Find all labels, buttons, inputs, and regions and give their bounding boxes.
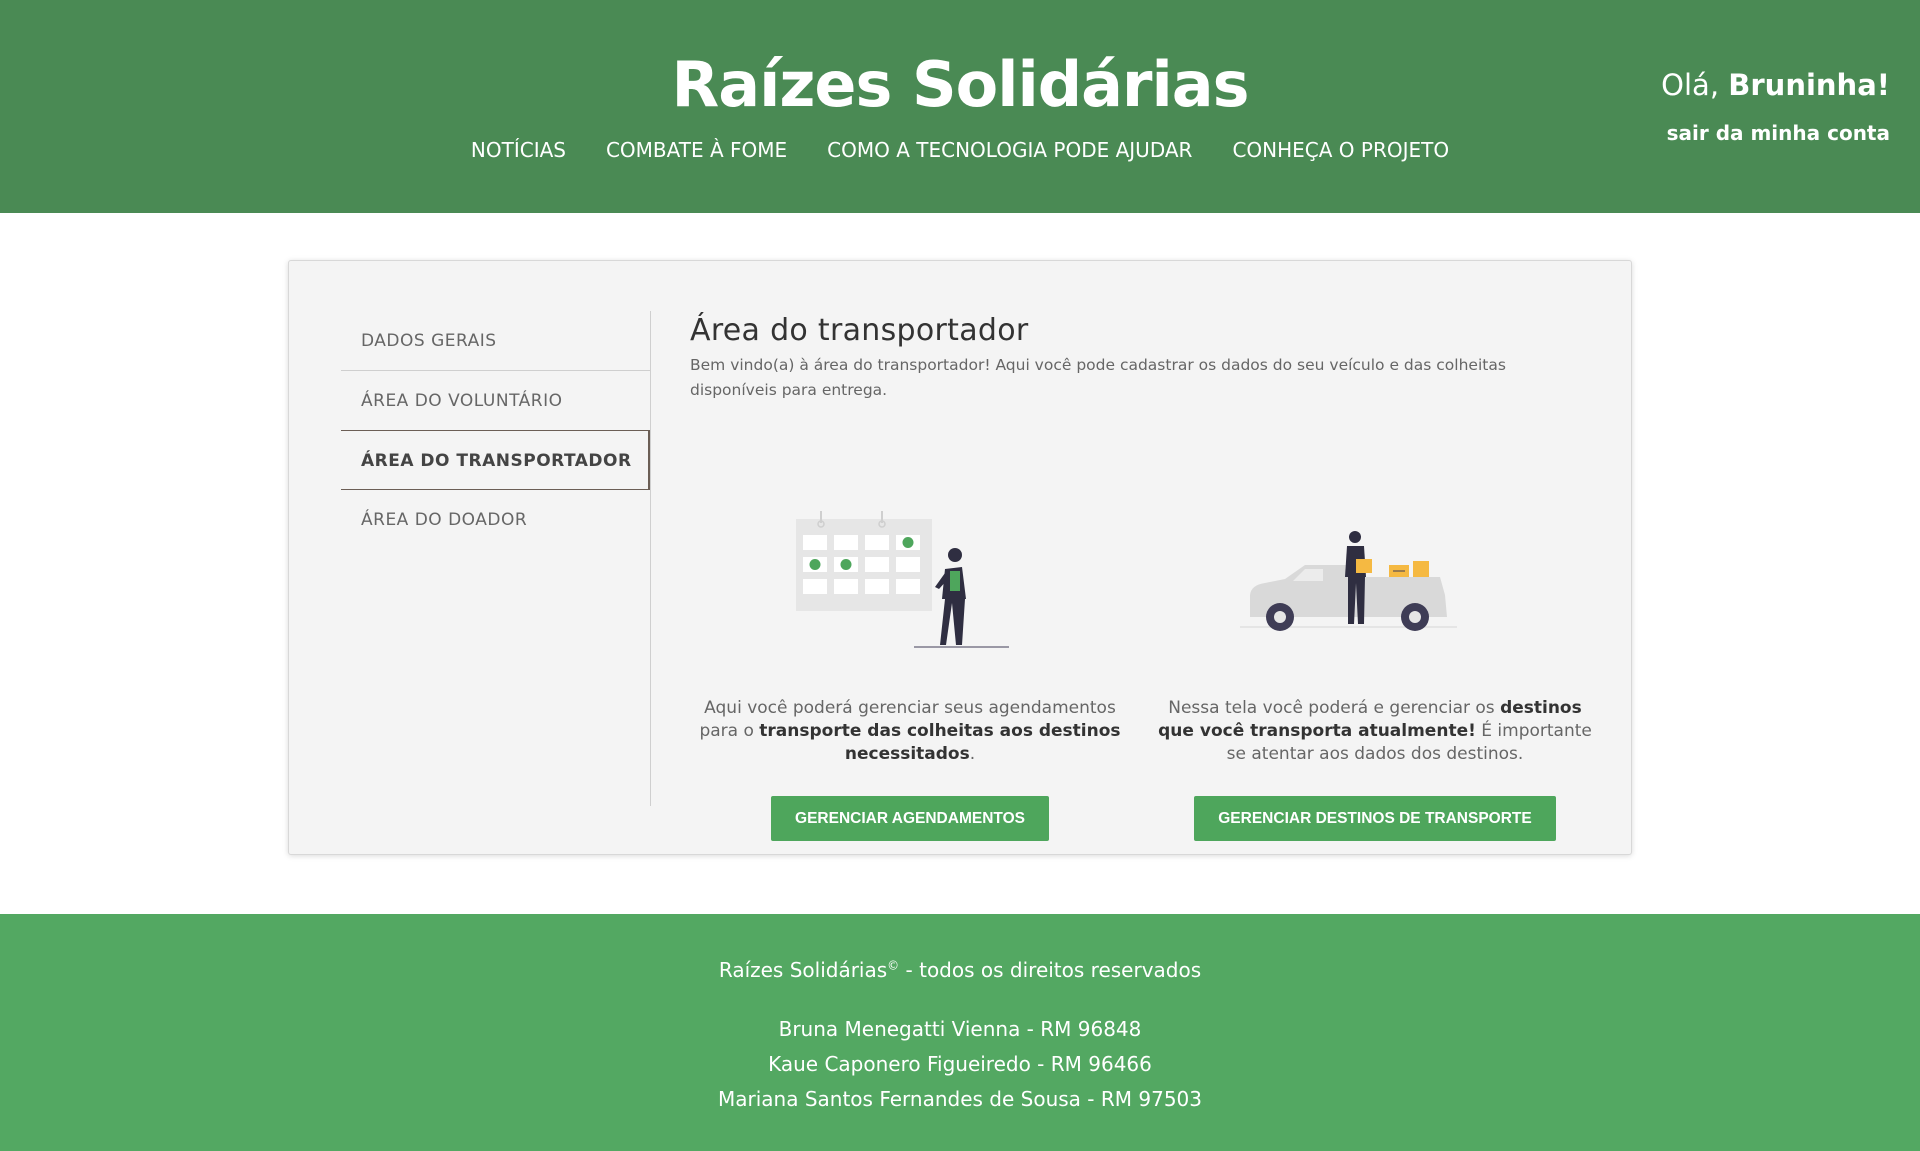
authors-list: Bruna Menegatti Vienna - RM 96848 Kaue C… xyxy=(0,1012,1920,1117)
transporter-area-card: DADOS GERAIS ÁREA DO VOLUNTÁRIO ÁREA DO … xyxy=(288,260,1632,855)
copyright-line: Raízes Solidárias© - todos os direitos r… xyxy=(0,958,1920,982)
sidebar-item-doador[interactable]: ÁREA DO DOADOR xyxy=(341,490,651,550)
manage-destinations-button[interactable]: GERENCIAR DESTINOS DE TRANSPORTE xyxy=(1194,796,1556,841)
calendar-illustration-icon xyxy=(796,511,1009,648)
copyright-text: - todos os direitos reservados xyxy=(899,958,1202,982)
copyright-brand: Raízes Solidárias xyxy=(718,958,888,982)
destinations-column: Nessa tela você poderá e gerenciar os de… xyxy=(1155,499,1595,841)
destinations-text-1: Nessa tela você poderá e gerenciar os xyxy=(1168,698,1501,718)
greeting-prefix: Olá, xyxy=(1661,68,1729,102)
schedules-description: Aqui você poderá gerenciar seus agendame… xyxy=(690,697,1130,766)
author-item: Mariana Santos Fernandes de Sousa - RM 9… xyxy=(718,1087,1202,1111)
nav-noticias[interactable]: NOTÍCIAS xyxy=(471,138,566,162)
author-item: Bruna Menegatti Vienna - RM 96848 xyxy=(778,1017,1142,1041)
schedules-text-bold: transporte das colheitas aos destinos ne… xyxy=(759,721,1121,764)
author-item: Kaue Caponero Figueiredo - RM 96466 xyxy=(768,1052,1152,1076)
logout-link[interactable]: sair da minha conta xyxy=(1667,121,1890,145)
destinations-description: Nessa tela você poderá e gerenciar os de… xyxy=(1155,697,1595,766)
nav-tecnologia[interactable]: COMO A TECNOLOGIA PODE AJUDAR xyxy=(827,138,1192,162)
sidebar-item-dados-gerais[interactable]: DADOS GERAIS xyxy=(341,311,651,371)
user-greeting: Olá, Bruninha! xyxy=(1661,68,1890,102)
transporter-content: Área do transportador Bem vindo(a) à áre… xyxy=(690,311,1592,841)
main-nav: NOTÍCIAS COMBATE À FOME COMO A TECNOLOGI… xyxy=(0,138,1920,162)
user-name: Bruninha! xyxy=(1728,68,1890,102)
brand-title[interactable]: Raízes Solidárias xyxy=(0,48,1920,121)
account-sidebar: DADOS GERAIS ÁREA DO VOLUNTÁRIO ÁREA DO … xyxy=(341,311,651,550)
site-footer: Raízes Solidárias© - todos os direitos r… xyxy=(0,914,1920,1151)
site-header: Raízes Solidárias NOTÍCIAS COMBATE À FOM… xyxy=(0,0,1920,213)
sidebar-divider xyxy=(650,311,651,806)
manage-schedules-button[interactable]: GERENCIAR AGENDAMENTOS xyxy=(771,796,1049,841)
schedules-column: Aqui você poderá gerenciar seus agendame… xyxy=(690,499,1130,841)
intro-text: Bem vindo(a) à área do transportador! Aq… xyxy=(690,356,1506,399)
delivery-truck-illustration-icon xyxy=(1240,531,1457,631)
copyright-symbol: © xyxy=(887,958,900,973)
sidebar-item-transportador[interactable]: ÁREA DO TRANSPORTADOR xyxy=(341,430,651,490)
page-title: Área do transportador xyxy=(690,313,1029,348)
sidebar-item-voluntario[interactable]: ÁREA DO VOLUNTÁRIO xyxy=(341,371,651,431)
nav-combate-a-fome[interactable]: COMBATE À FOME xyxy=(606,138,787,162)
nav-conheca-projeto[interactable]: CONHEÇA O PROJETO xyxy=(1232,138,1449,162)
schedules-text-2: . xyxy=(969,744,976,764)
